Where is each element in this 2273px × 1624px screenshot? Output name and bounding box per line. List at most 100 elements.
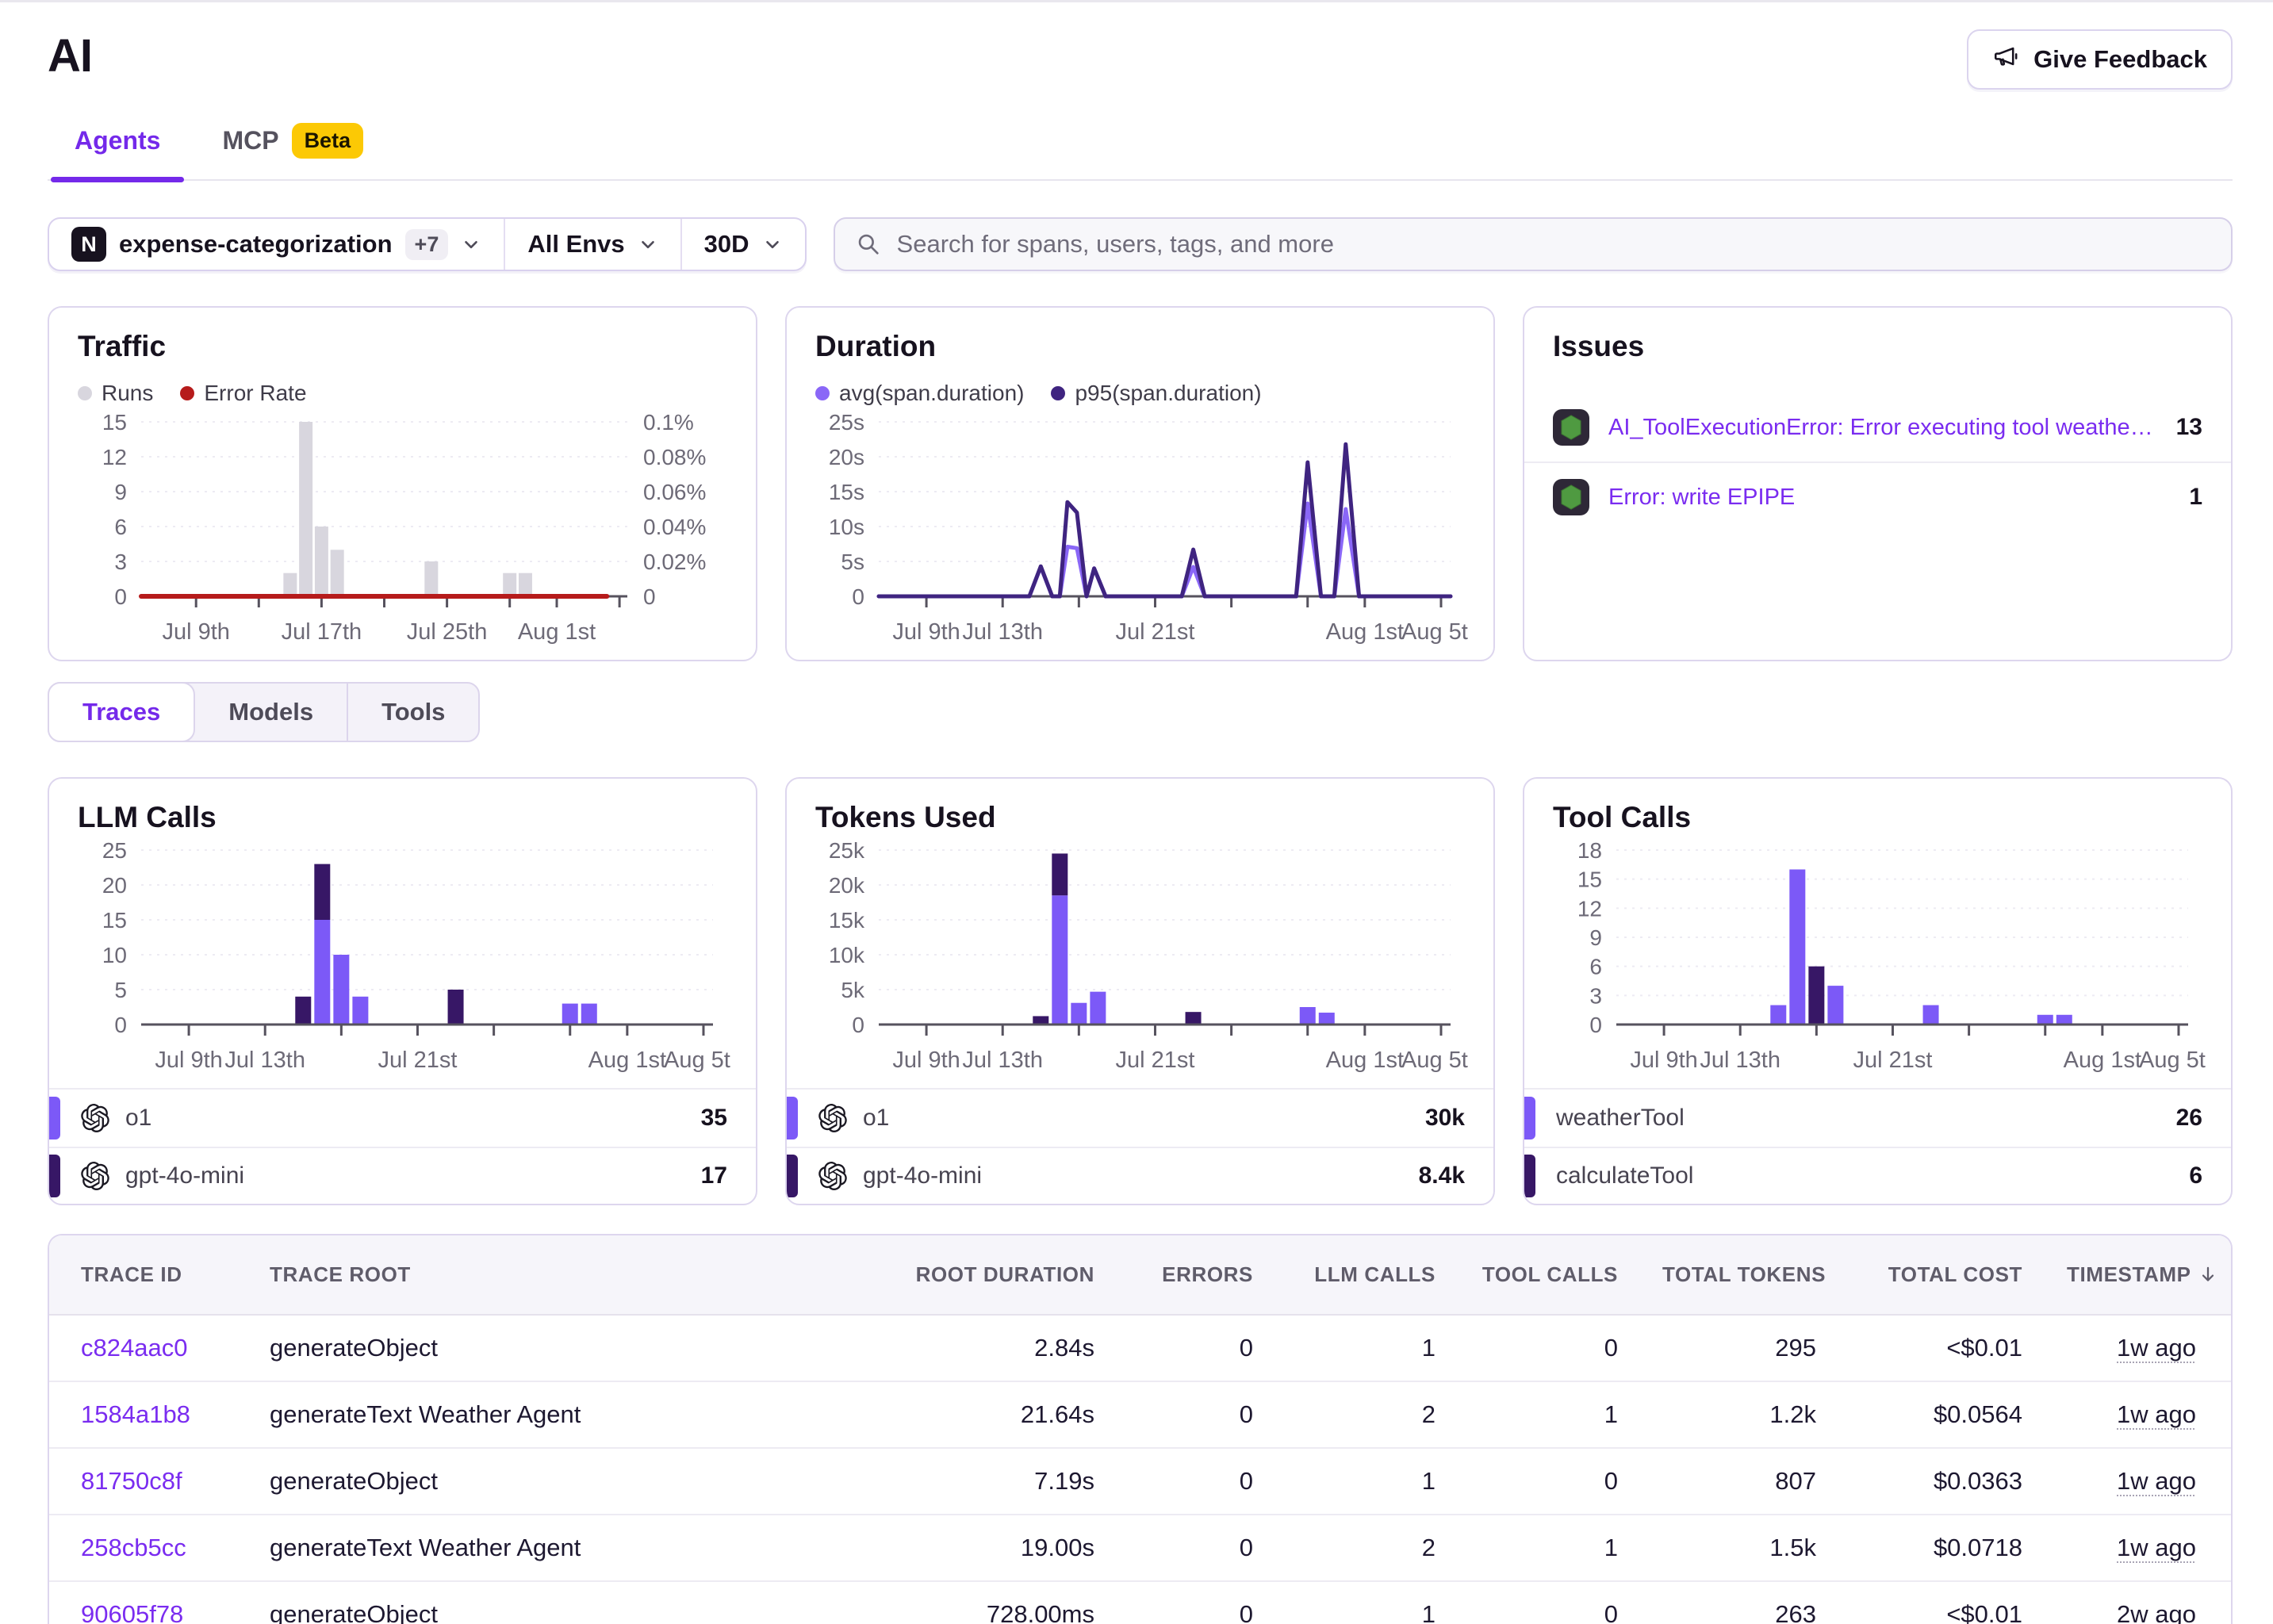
legend-dot-icon: [180, 386, 194, 400]
svg-text:0.1%: 0.1%: [643, 411, 694, 435]
legend-row[interactable]: gpt-4o-mini17: [49, 1147, 756, 1204]
llm-calls-chart: 0510152025Jul 9thJul 13thJul 21stAug 1st…: [78, 839, 730, 1077]
legend-row[interactable]: o135: [49, 1090, 756, 1147]
svg-text:25s: 25s: [829, 411, 864, 435]
col-label: TOTAL COST: [1888, 1262, 2022, 1286]
search-icon: [856, 232, 881, 257]
col-label: ROOT DURATION: [916, 1262, 1094, 1286]
svg-text:0.02%: 0.02%: [643, 550, 706, 574]
tab-traces[interactable]: Traces: [48, 682, 195, 742]
svg-text:15: 15: [1577, 868, 1602, 892]
svg-text:10: 10: [102, 943, 127, 967]
series-label: o1: [863, 1105, 1425, 1132]
timestamp[interactable]: 2w ago: [2117, 1600, 2196, 1624]
trace-id-link[interactable]: c824aac0: [81, 1334, 187, 1362]
series-label: gpt-4o-mini: [863, 1162, 1419, 1189]
trace-id-link[interactable]: 90605f78: [81, 1600, 183, 1624]
cell-timestamp: 1w ago: [2045, 1315, 2231, 1381]
page-title: AI: [48, 29, 92, 82]
timestamp[interactable]: 1w ago: [2117, 1334, 2196, 1362]
col-tool-calls: TOOL CALLS: [1458, 1235, 1640, 1315]
table-header: TRACE IDTRACE ROOTROOT DURATIONERRORSLLM…: [49, 1235, 2231, 1315]
env-filter[interactable]: All Envs: [505, 219, 681, 270]
tab-models[interactable]: Models: [195, 684, 348, 741]
cell-total-cost: $0.0718: [1838, 1515, 2045, 1581]
openai-icon: [818, 1162, 847, 1190]
series-value: 35: [701, 1105, 727, 1132]
cell-trace-root: generateText Weather Agent: [247, 1381, 855, 1448]
svg-text:Jul 9th: Jul 9th: [892, 619, 960, 645]
svg-text:Aug 1st: Aug 1st: [1326, 1048, 1404, 1073]
series-label: gpt-4o-mini: [125, 1162, 701, 1189]
legend-dot-icon: [78, 386, 92, 400]
col-trace-root: TRACE ROOT: [247, 1235, 855, 1315]
svg-text:Jul 9th: Jul 9th: [892, 1048, 960, 1073]
trace-id-link[interactable]: 258cb5cc: [81, 1534, 186, 1561]
overview-cards: Traffic RunsError Rate 0369121500.02%0.0…: [48, 306, 2233, 661]
chevron-down-icon: [461, 234, 481, 255]
svg-text:0.06%: 0.06%: [643, 480, 706, 504]
svg-text:Jul 9th: Jul 9th: [162, 619, 229, 645]
svg-text:3: 3: [114, 550, 127, 574]
svg-text:12: 12: [102, 445, 127, 469]
col-timestamp[interactable]: TIMESTAMP: [2045, 1235, 2231, 1315]
series-color-strip: [787, 1155, 798, 1197]
svg-text:Aug 5th: Aug 5th: [664, 1048, 730, 1073]
col-llm-calls: LLM CALLS: [1275, 1235, 1458, 1315]
issue-link[interactable]: Error: write EPIPE: [1608, 485, 2170, 511]
tokens-used-legend-rows: o130kgpt-4o-mini8.4k: [787, 1088, 1493, 1204]
table-body: c824aac0generateObject2.84s010295<$0.011…: [49, 1315, 2231, 1624]
tokens-used-chart: 05k10k15k20k25kJul 9thJul 13thJul 21stAu…: [815, 839, 1468, 1077]
filter-group: N expense-categorization +7 All Envs 30D: [48, 217, 807, 271]
timestamp[interactable]: 1w ago: [2117, 1400, 2196, 1428]
give-feedback-label: Give Feedback: [2033, 45, 2207, 74]
legend-row[interactable]: o130k: [787, 1090, 1493, 1147]
timestamp[interactable]: 1w ago: [2117, 1467, 2196, 1495]
project-filter[interactable]: N expense-categorization +7: [49, 219, 505, 270]
give-feedback-button[interactable]: Give Feedback: [1967, 29, 2233, 90]
trace-id-link[interactable]: 1584a1b8: [81, 1400, 190, 1428]
svg-text:5s: 5s: [841, 550, 864, 574]
col-root-duration: ROOT DURATION: [855, 1235, 1117, 1315]
openai-icon: [818, 1104, 847, 1132]
issue-link[interactable]: AI_ToolExecutionError: Error executing t…: [1608, 415, 2157, 441]
svg-text:0: 0: [643, 584, 656, 609]
cell-errors: 0: [1117, 1448, 1275, 1515]
cell-trace-id: 258cb5cc: [49, 1515, 247, 1581]
issue-level-icon: [1553, 409, 1589, 446]
traffic-legend: RunsError Rate: [78, 381, 727, 406]
timestamp[interactable]: 1w ago: [2117, 1534, 2196, 1561]
svg-text:5: 5: [114, 978, 127, 1002]
tab-tools[interactable]: Tools: [348, 684, 478, 741]
table-row: c824aac0generateObject2.84s010295<$0.011…: [49, 1315, 2231, 1381]
cell-trace-root: generateText Weather Agent: [247, 1515, 855, 1581]
svg-text:5k: 5k: [841, 978, 865, 1002]
series-label: o1: [125, 1105, 701, 1132]
openai-icon: [81, 1162, 109, 1190]
trace-id-link[interactable]: 81750c8f: [81, 1467, 182, 1495]
search-input[interactable]: [897, 230, 2210, 259]
cell-root-duration: 19.00s: [855, 1515, 1117, 1581]
tab-mcp[interactable]: MCP Beta: [195, 113, 390, 179]
issues-title: Issues: [1553, 330, 2202, 363]
col-label: ERRORS: [1162, 1262, 1253, 1286]
cell-total-tokens: 263: [1640, 1581, 1838, 1624]
tab-agents[interactable]: Agents: [48, 113, 187, 179]
cell-timestamp: 1w ago: [2045, 1448, 2231, 1515]
project-logo-icon: N: [71, 227, 106, 262]
legend-row[interactable]: gpt-4o-mini8.4k: [787, 1147, 1493, 1204]
svg-text:Jul 13th: Jul 13th: [1700, 1048, 1780, 1073]
cell-total-tokens: 807: [1640, 1448, 1838, 1515]
legend-label: p95(span.duration): [1075, 381, 1261, 406]
date-range-filter[interactable]: 30D: [682, 219, 805, 270]
series-value: 26: [2176, 1105, 2202, 1132]
svg-text:10k: 10k: [829, 943, 865, 967]
cell-total-cost: <$0.01: [1838, 1581, 2045, 1624]
duration-card: Duration avg(span.duration)p95(span.dura…: [785, 306, 1495, 661]
tokens-used-title: Tokens Used: [815, 801, 1465, 834]
tokens-used-card: Tokens Used 05k10k15k20k25kJul 9thJul 13…: [785, 777, 1495, 1205]
legend-row[interactable]: calculateTool6: [1524, 1147, 2231, 1204]
svg-text:15: 15: [102, 908, 127, 933]
cell-total-tokens: 1.5k: [1640, 1515, 1838, 1581]
legend-row[interactable]: weatherTool26: [1524, 1090, 2231, 1147]
